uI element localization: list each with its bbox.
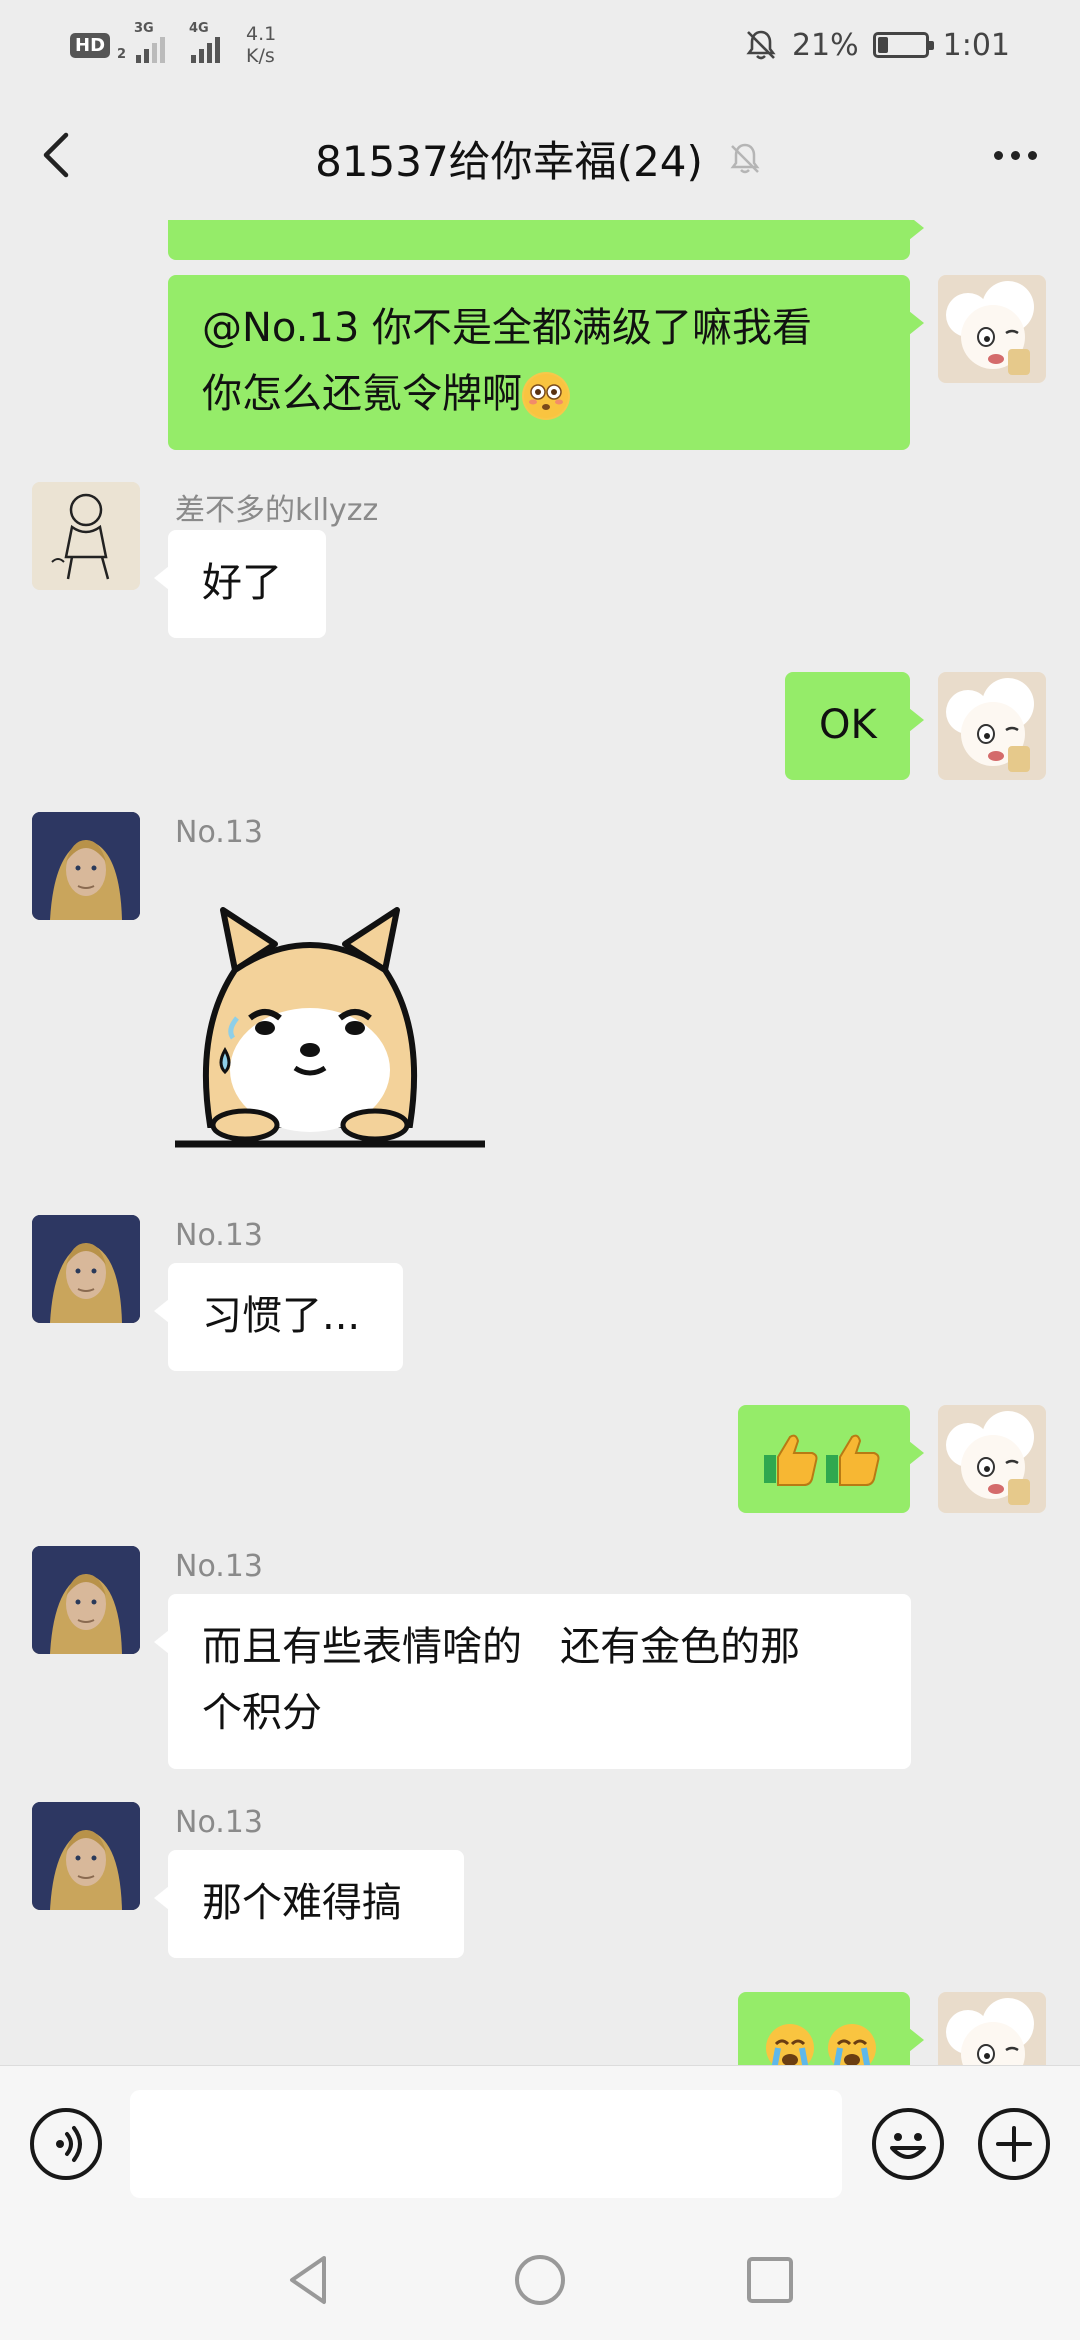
network-speed: 4.1 K/s: [246, 23, 276, 67]
chat-title: 81537给你幸福(24): [315, 137, 703, 186]
crying-face-emoji: [766, 2024, 876, 2065]
message-bubble[interactable]: 习惯了...: [154, 1263, 403, 1371]
message-text: 你怎么还氪令牌啊: [202, 371, 522, 417]
signal-sim1-icon: 3G: [134, 21, 166, 63]
network-speed-unit: K/s: [246, 45, 275, 67]
sender-name: No.13: [175, 815, 263, 850]
emoji-button[interactable]: [872, 2108, 944, 2180]
hd-label: HD: [75, 34, 106, 56]
message-bubble[interactable]: 那个难得搞: [154, 1850, 464, 1958]
more-dot: [993, 150, 1003, 160]
voice-input-button[interactable]: [30, 2108, 102, 2180]
nav-home-circle-icon[interactable]: [510, 2250, 570, 2310]
battery-fill: [877, 37, 889, 53]
voice-icon: [56, 2126, 82, 2162]
message-text: @No.13 你不是全都满级了嘛我看: [202, 305, 813, 351]
my-avatar[interactable]: [938, 672, 1046, 780]
more-dot: [1010, 150, 1020, 160]
status-left: HD 2 3G 4G 4.1 K/s: [70, 20, 276, 70]
sender-name: No.13: [175, 1218, 263, 1253]
battery-percent: 21%: [791, 27, 859, 63]
sender-name: No.13: [175, 1805, 263, 1840]
message-input-bar: [0, 2065, 1080, 2220]
my-avatar[interactable]: [938, 1405, 1046, 1513]
sim2-network-label: 4G: [189, 21, 209, 36]
contact-avatar-no13[interactable]: [32, 812, 140, 920]
hd-voice-badge: HD 2: [70, 32, 127, 62]
network-speed-value: 4.1: [246, 23, 277, 45]
plus-icon: [996, 2126, 1032, 2162]
my-avatar[interactable]: [938, 1992, 1046, 2065]
contact-avatar-no13[interactable]: [32, 1802, 140, 1910]
message-bubble[interactable]: OK: [785, 672, 924, 780]
chat-header: 81537给你幸福(24): [0, 90, 1080, 220]
message-text-line2: 你怎么还氪令牌啊: [202, 361, 876, 427]
message-text: 个积分: [202, 1690, 322, 1736]
message-list[interactable]: @No.13 你不是全都满级了嘛我看 你怎么还氪令牌啊 差不多的kllyzz 好…: [0, 220, 1080, 2065]
more-dot: [1027, 150, 1037, 160]
more-options-button[interactable]: [980, 130, 1050, 180]
signal-sim2-icon: 4G: [189, 21, 221, 63]
contact-avatar-no13[interactable]: [32, 1215, 140, 1323]
sim1-network-label: 3G: [134, 21, 154, 36]
contact-avatar-kllyzz[interactable]: [32, 482, 140, 590]
sender-name: 差不多的kllyzz: [175, 493, 379, 528]
nav-recent-square-icon[interactable]: [740, 2250, 800, 2310]
clock-time: 1:01: [942, 27, 1010, 63]
message-bubble[interactable]: @No.13 你不是全都满级了嘛我看 你怎么还氪令牌啊: [168, 275, 924, 450]
contact-avatar-no13[interactable]: [32, 1546, 140, 1654]
system-navigation-bar: [0, 2220, 1080, 2340]
message-bubble[interactable]: [738, 1992, 924, 2065]
notification-off-icon: [746, 30, 776, 60]
status-bar: HD 2 3G 4G 4.1 K/s 21% 1:01: [0, 0, 1080, 90]
battery-icon: [872, 32, 934, 58]
message-bubble[interactable]: 好了: [154, 530, 326, 638]
nav-back-triangle-icon[interactable]: [280, 2250, 340, 2310]
message-text-input[interactable]: [130, 2090, 842, 2198]
smiley-icon: [890, 2133, 926, 2159]
message-bubble[interactable]: 而且有些表情啥的 还有金色的那 个积分: [154, 1594, 911, 1769]
my-avatar[interactable]: [938, 275, 1046, 383]
status-right: 21% 1:01: [744, 20, 1010, 70]
hd-sub-label: 2: [116, 46, 127, 62]
message-bubble[interactable]: [738, 1405, 924, 1513]
message-text: 而且有些表情啥的 还有金色的那: [202, 1624, 801, 1670]
chat-title-group: 81537给你幸福(24): [0, 128, 1080, 189]
sender-name: No.13: [175, 1549, 263, 1584]
shiba-dog-sweat-sticker[interactable]: [175, 900, 490, 1160]
message-bubble-partial[interactable]: [168, 220, 924, 260]
bell-off-icon: [730, 143, 760, 173]
more-actions-button[interactable]: [978, 2108, 1050, 2180]
thumbs-up-emoji: [764, 1434, 880, 1486]
flushed-face-emoji: [522, 372, 570, 420]
